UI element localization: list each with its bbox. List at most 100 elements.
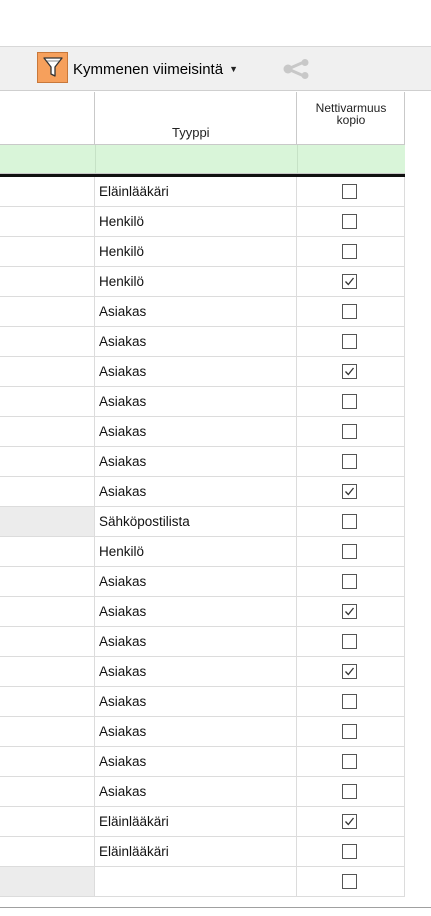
table-row[interactable]: Henkilö	[0, 207, 405, 237]
online-backup-checkbox[interactable]	[342, 304, 357, 319]
table-row[interactable]: Asiakas	[0, 717, 405, 747]
online-backup-checkbox[interactable]	[342, 754, 357, 769]
online-backup-checkbox[interactable]	[342, 634, 357, 649]
table-row[interactable]: Asiakas	[0, 417, 405, 447]
online-backup-checkbox[interactable]	[342, 784, 357, 799]
online-backup-checkbox[interactable]	[342, 844, 357, 859]
column-header-online-backup[interactable]: Nettivarmuus kopio	[297, 92, 405, 144]
online-backup-checkbox[interactable]	[342, 244, 357, 259]
table-row[interactable]: Asiakas	[0, 357, 405, 387]
online-backup-checkbox[interactable]	[342, 364, 357, 379]
online-backup-checkbox[interactable]	[342, 424, 357, 439]
row-cell-type[interactable]: Henkilö	[95, 207, 297, 236]
online-backup-checkbox[interactable]	[342, 574, 357, 589]
table-row[interactable]: Eläinlääkäri	[0, 837, 405, 867]
column-header-first[interactable]	[0, 92, 95, 144]
row-cell-type[interactable]: Asiakas	[95, 357, 297, 386]
row-cell-first[interactable]	[0, 417, 95, 446]
row-cell-type[interactable]: Asiakas	[95, 567, 297, 596]
table-row[interactable]: Asiakas	[0, 567, 405, 597]
table-row[interactable]: Asiakas	[0, 447, 405, 477]
row-cell-type[interactable]: Henkilö	[95, 237, 297, 266]
online-backup-checkbox[interactable]	[342, 394, 357, 409]
row-cell-first[interactable]	[0, 237, 95, 266]
row-cell-first[interactable]	[0, 207, 95, 236]
share-icon[interactable]	[282, 59, 312, 79]
online-backup-checkbox[interactable]	[342, 214, 357, 229]
row-cell-type[interactable]: Asiakas	[95, 687, 297, 716]
online-backup-checkbox[interactable]	[342, 544, 357, 559]
online-backup-checkbox[interactable]	[342, 334, 357, 349]
table-row[interactable]: Asiakas	[0, 657, 405, 687]
row-cell-type[interactable]: Asiakas	[95, 747, 297, 776]
online-backup-checkbox[interactable]	[342, 184, 357, 199]
row-cell-first[interactable]	[0, 297, 95, 326]
table-row[interactable]: Asiakas	[0, 297, 405, 327]
online-backup-checkbox[interactable]	[342, 664, 357, 679]
table-row[interactable]: Eläinlääkäri	[0, 177, 405, 207]
row-cell-first[interactable]	[0, 267, 95, 296]
row-cell-type[interactable]: Asiakas	[95, 777, 297, 806]
filter-row[interactable]	[0, 145, 405, 174]
row-cell-first[interactable]	[0, 537, 95, 566]
table-row[interactable]: Henkilö	[0, 267, 405, 297]
row-cell-first[interactable]	[0, 657, 95, 686]
row-cell-type[interactable]: Asiakas	[95, 417, 297, 446]
table-row[interactable]: Sähköpostilista	[0, 507, 405, 537]
row-cell-type[interactable]	[95, 867, 297, 896]
row-cell-first[interactable]	[0, 867, 95, 896]
row-cell-first[interactable]	[0, 177, 95, 206]
online-backup-checkbox[interactable]	[342, 874, 357, 889]
online-backup-checkbox[interactable]	[342, 604, 357, 619]
row-cell-type[interactable]: Asiakas	[95, 657, 297, 686]
table-row[interactable]: Asiakas	[0, 687, 405, 717]
row-cell-first[interactable]	[0, 717, 95, 746]
row-cell-first[interactable]	[0, 507, 95, 536]
table-row[interactable]: Asiakas	[0, 747, 405, 777]
online-backup-checkbox[interactable]	[342, 484, 357, 499]
column-header-type[interactable]: Tyyppi	[95, 92, 297, 144]
row-cell-type[interactable]: Eläinlääkäri	[95, 177, 297, 206]
table-row[interactable]: Asiakas	[0, 777, 405, 807]
view-selector-dropdown[interactable]: Kymmenen viimeisintä ▼	[73, 59, 238, 79]
row-cell-first[interactable]	[0, 687, 95, 716]
table-row[interactable]: Asiakas	[0, 387, 405, 417]
row-cell-type[interactable]: Henkilö	[95, 537, 297, 566]
online-backup-checkbox[interactable]	[342, 724, 357, 739]
row-cell-first[interactable]	[0, 447, 95, 476]
online-backup-checkbox[interactable]	[342, 274, 357, 289]
row-cell-type[interactable]: Asiakas	[95, 387, 297, 416]
row-cell-type[interactable]: Henkilö	[95, 267, 297, 296]
row-cell-first[interactable]	[0, 747, 95, 776]
row-cell-first[interactable]	[0, 627, 95, 656]
row-cell-first[interactable]	[0, 567, 95, 596]
online-backup-checkbox[interactable]	[342, 694, 357, 709]
table-row[interactable]: Asiakas	[0, 597, 405, 627]
row-cell-type[interactable]: Eläinlääkäri	[95, 837, 297, 866]
online-backup-checkbox[interactable]	[342, 454, 357, 469]
row-cell-first[interactable]	[0, 357, 95, 386]
filter-button[interactable]	[37, 52, 68, 83]
row-cell-first[interactable]	[0, 387, 95, 416]
row-cell-type[interactable]: Eläinlääkäri	[95, 807, 297, 836]
row-cell-type[interactable]: Asiakas	[95, 627, 297, 656]
row-cell-first[interactable]	[0, 777, 95, 806]
table-row[interactable]	[0, 867, 405, 897]
row-cell-first[interactable]	[0, 477, 95, 506]
row-cell-type[interactable]: Asiakas	[95, 717, 297, 746]
row-cell-type[interactable]: Asiakas	[95, 297, 297, 326]
table-row[interactable]: Henkilö	[0, 237, 405, 267]
table-row[interactable]: Asiakas	[0, 627, 405, 657]
row-cell-first[interactable]	[0, 807, 95, 836]
online-backup-checkbox[interactable]	[342, 814, 357, 829]
table-row[interactable]: Henkilö	[0, 537, 405, 567]
row-cell-type[interactable]: Sähköpostilista	[95, 507, 297, 536]
row-cell-first[interactable]	[0, 597, 95, 626]
table-row[interactable]: Asiakas	[0, 477, 405, 507]
row-cell-type[interactable]: Asiakas	[95, 447, 297, 476]
table-row[interactable]: Eläinlääkäri	[0, 807, 405, 837]
row-cell-first[interactable]	[0, 327, 95, 356]
row-cell-type[interactable]: Asiakas	[95, 477, 297, 506]
row-cell-type[interactable]: Asiakas	[95, 597, 297, 626]
table-row[interactable]: Asiakas	[0, 327, 405, 357]
